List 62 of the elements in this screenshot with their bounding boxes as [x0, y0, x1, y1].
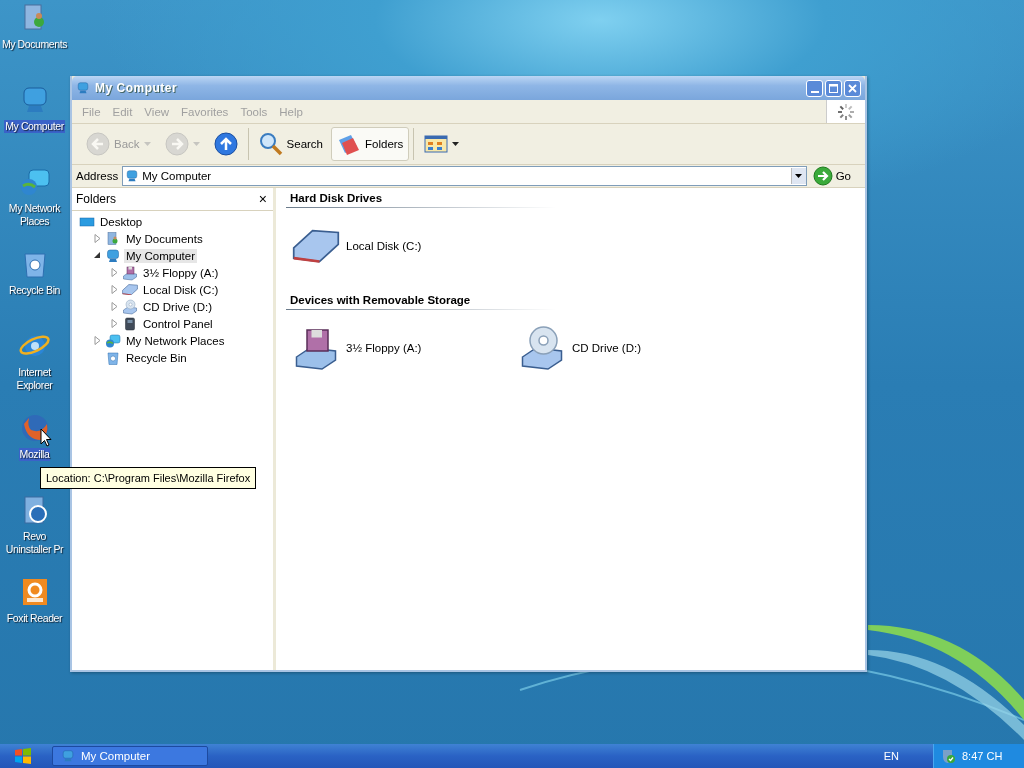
caret-icon: [143, 142, 151, 146]
clock: 8:47 CH: [962, 750, 1003, 762]
desktop-icon-label[interactable]: Internet Explorer: [0, 366, 69, 392]
tree-item[interactable]: My Computer: [124, 248, 198, 263]
windows-logo-icon: [14, 747, 32, 765]
group-heading: Devices with Removable Storage: [289, 293, 472, 308]
taskbar-button[interactable]: My Computer: [52, 746, 208, 766]
tree-item[interactable]: 3½ Floppy (A:): [141, 265, 221, 280]
cd-drive-icon: [122, 298, 138, 315]
tooltip: Location: C:\Program Files\Mozilla Firefox: [40, 467, 257, 489]
maximize-icon: [829, 83, 838, 93]
network-globe-icon: [105, 332, 121, 349]
go-button[interactable]: Go: [810, 166, 861, 186]
tree-item[interactable]: Control Panel: [141, 316, 215, 331]
search-button[interactable]: Search: [252, 127, 329, 161]
desktop-icon-label[interactable]: Foxit Reader: [5, 612, 64, 625]
spinner-icon: [836, 101, 856, 122]
desktop-icon-label[interactable]: My Network Places: [0, 202, 69, 228]
close-icon: [848, 83, 857, 93]
tree-item[interactable]: My Network Places: [124, 333, 227, 348]
minimize-icon: [810, 90, 819, 93]
address-label: Address: [76, 170, 119, 182]
computer-icon: [125, 169, 140, 183]
tree-item[interactable]: Recycle Bin: [124, 350, 189, 365]
drive-item[interactable]: 3½ Floppy (A:): [346, 342, 422, 354]
window-title: My Computer: [95, 81, 178, 95]
drive-item[interactable]: Local Disk (C:): [346, 240, 422, 252]
desktop-icon-label[interactable]: My Computer: [4, 120, 65, 133]
tree-item[interactable]: My Documents: [124, 231, 205, 246]
group-heading: Hard Disk Drives: [289, 191, 384, 206]
language-indicator[interactable]: EN: [883, 750, 899, 762]
control-panel-icon: [122, 315, 138, 332]
address-field[interactable]: My Computer: [122, 166, 807, 186]
caret-icon: [452, 142, 460, 146]
minimize-button[interactable]: [806, 79, 823, 97]
expand-arrow-icon[interactable]: [93, 251, 102, 260]
hard-drive-icon: [292, 228, 340, 264]
pane-title: Folders: [76, 192, 116, 206]
mouse-pointer-icon: [40, 428, 52, 447]
desktop-icon-label[interactable]: Recycle Bin: [7, 284, 61, 297]
computer-icon: [61, 749, 75, 763]
recycle-bin-icon: [105, 349, 121, 366]
tree-item[interactable]: Desktop: [98, 214, 145, 229]
desktop-icon-label[interactable]: Mozilla: [18, 448, 51, 461]
close-button[interactable]: [844, 79, 861, 97]
tree-item[interactable]: Local Disk (C:): [141, 282, 221, 297]
close-pane-button[interactable]: ×: [256, 192, 269, 206]
folders-icon: [337, 132, 361, 156]
hard-drive-icon: [122, 283, 138, 296]
floppy-drive-icon: [122, 264, 138, 281]
computer-icon: [76, 81, 90, 95]
search-icon: [258, 132, 283, 156]
folders-button[interactable]: Folders: [331, 127, 410, 161]
desktop-icon-label[interactable]: Revo Uninstaller Pr: [0, 530, 69, 556]
views-icon: [424, 134, 449, 154]
drive-item[interactable]: CD Drive (D:): [572, 342, 641, 354]
network-globe-icon: [18, 166, 51, 198]
caret-icon: [192, 142, 200, 146]
maximize-button[interactable]: [825, 79, 842, 97]
shield-check-icon[interactable]: [940, 748, 956, 764]
tree-item[interactable]: CD Drive (D:): [141, 299, 214, 314]
computer-icon: [105, 247, 121, 264]
